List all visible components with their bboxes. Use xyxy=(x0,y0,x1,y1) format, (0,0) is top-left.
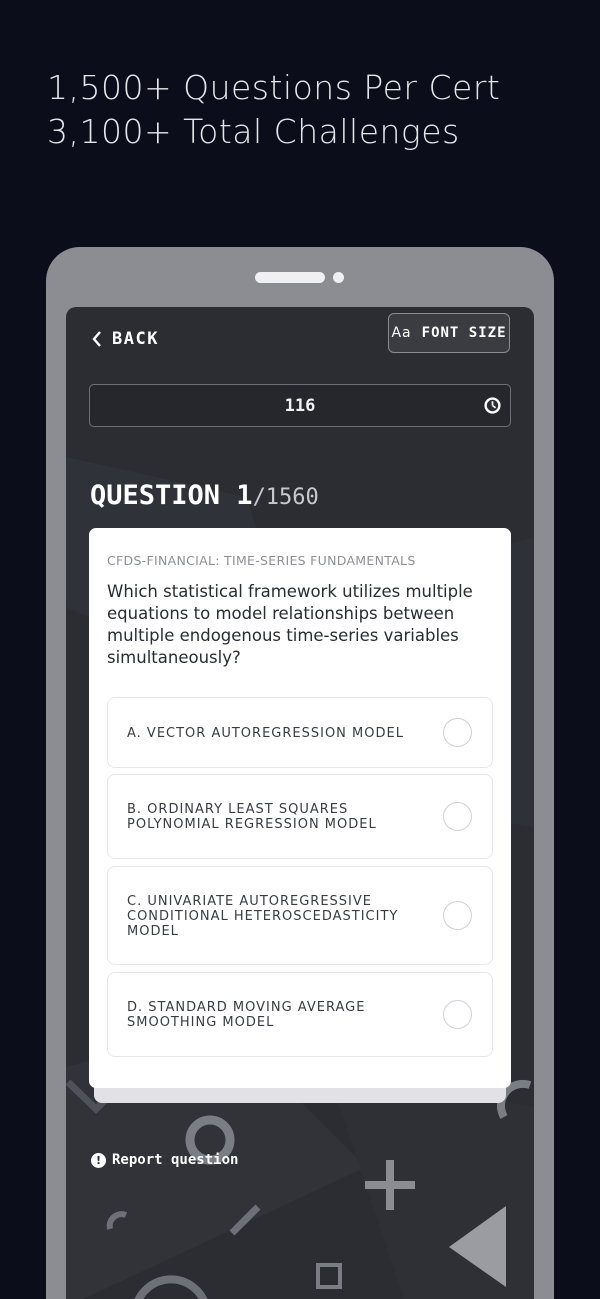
back-button[interactable]: BACK xyxy=(92,326,159,352)
back-label: BACK xyxy=(112,329,159,349)
question-category: CFDS-FINANCIAL: TIME-SERIES FUNDAMENTALS xyxy=(107,553,416,568)
info-icon: ! xyxy=(91,1152,106,1168)
phone-camera xyxy=(333,272,344,283)
answer-option-label: B. ORDINARY LEAST SQUARES POLYNOMIAL REG… xyxy=(127,802,377,832)
answer-option-c[interactable]: C. UNIVARIATE AUTOREGRESSIVE CONDITIONAL… xyxy=(107,866,493,965)
question-number: QUESTION 1 xyxy=(90,480,253,511)
timer-bar: 116 xyxy=(89,384,511,427)
timer-value: 116 xyxy=(284,395,316,416)
font-size-icon: Aa xyxy=(391,325,412,341)
font-size-label: FONT SIZE xyxy=(421,325,507,341)
report-question-label: Report question xyxy=(112,1152,239,1168)
answer-radio-b[interactable] xyxy=(443,802,472,831)
chevron-left-icon xyxy=(92,331,101,347)
answer-option-label: A. VECTOR AUTOREGRESSION MODEL xyxy=(127,726,404,741)
question-card: CFDS-FINANCIAL: TIME-SERIES FUNDAMENTALS… xyxy=(89,528,511,1088)
question-counter: QUESTION 1/1560 xyxy=(90,480,319,511)
promo-line-2: 3,100+ Total Challenges xyxy=(47,112,460,151)
phone-speaker xyxy=(255,272,325,283)
answer-option-b[interactable]: B. ORDINARY LEAST SQUARES POLYNOMIAL REG… xyxy=(107,774,493,859)
answer-radio-d[interactable] xyxy=(443,1000,472,1029)
report-question-link[interactable]: ! Report question xyxy=(91,1152,238,1168)
question-total: /1560 xyxy=(252,485,319,510)
font-size-button[interactable]: Aa FONT SIZE xyxy=(388,313,510,353)
clock-icon xyxy=(484,397,501,414)
answer-radio-a[interactable] xyxy=(443,718,472,747)
answer-option-a[interactable]: A. VECTOR AUTOREGRESSION MODEL xyxy=(107,697,493,768)
app-screen: BACK Aa FONT SIZE 116 QUESTION 1/1560 CF… xyxy=(66,307,534,1299)
question-text: Which statistical framework utilizes mul… xyxy=(107,582,473,667)
answer-option-label: D. STANDARD MOVING AVERAGE SMOOTHING MOD… xyxy=(127,1000,366,1030)
promo-line-1: 1,500+ Questions Per Cert xyxy=(47,68,501,107)
answer-option-d[interactable]: D. STANDARD MOVING AVERAGE SMOOTHING MOD… xyxy=(107,972,493,1057)
answer-radio-c[interactable] xyxy=(443,901,472,930)
promo-headline: 1,500+ Questions Per Cert 3,100+ Total C… xyxy=(47,66,500,154)
answer-option-label: C. UNIVARIATE AUTOREGRESSIVE CONDITIONAL… xyxy=(127,894,399,939)
